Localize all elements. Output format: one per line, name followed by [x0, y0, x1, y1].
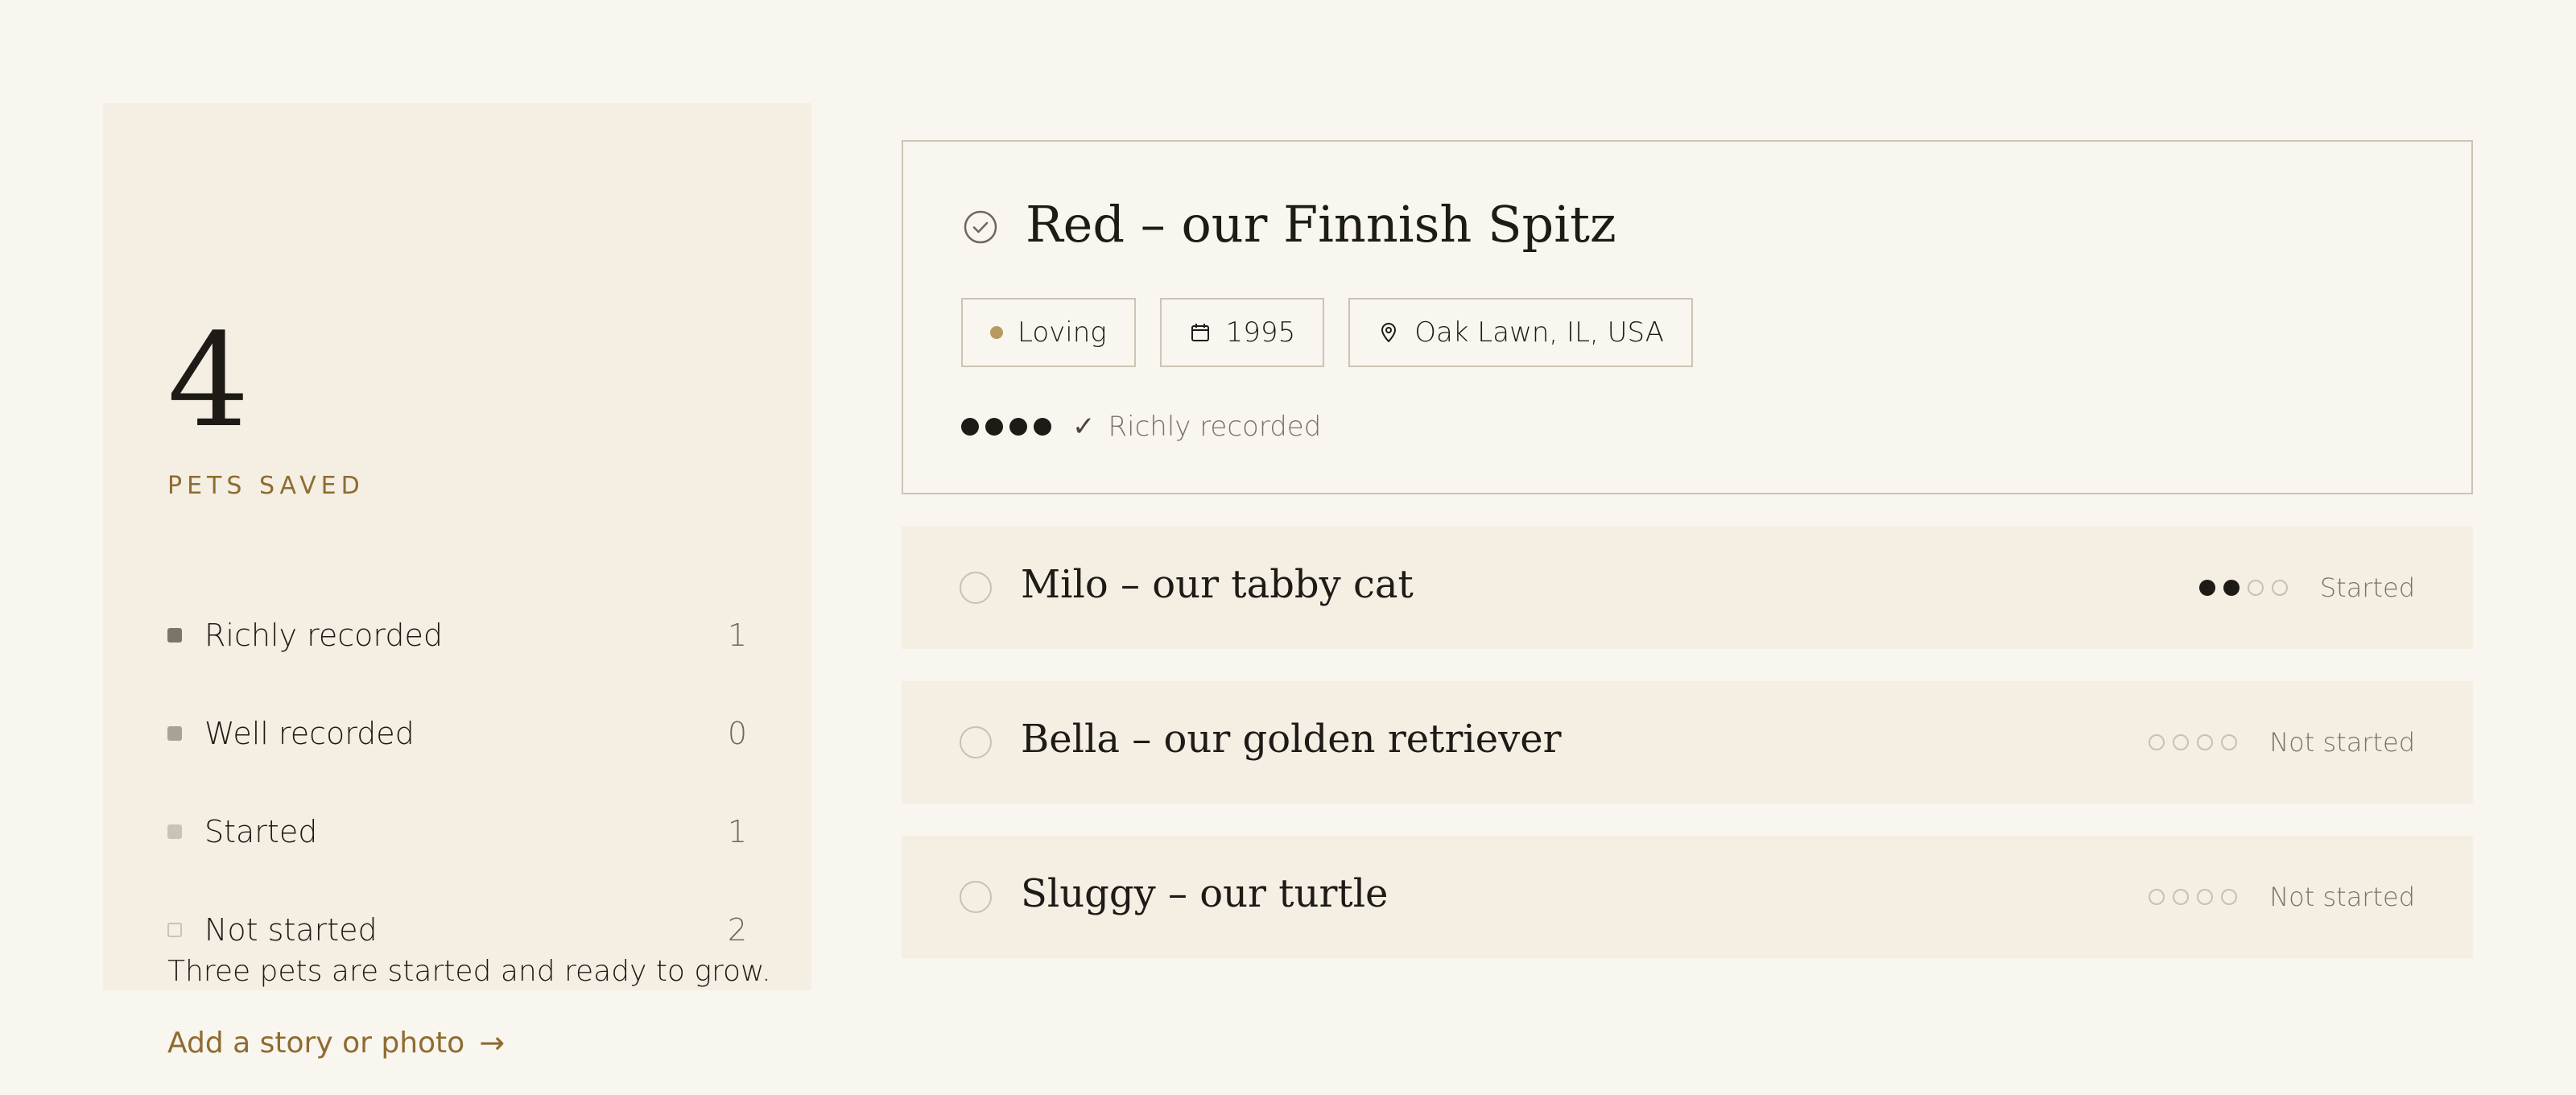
- progress-dot: [1009, 418, 1027, 436]
- legend-label: Richly recorded: [204, 618, 443, 653]
- record-status: Not started: [2269, 727, 2415, 758]
- dot-icon: [990, 326, 1003, 339]
- map-pin-icon: [1381, 323, 1397, 342]
- status-legend: Richly recorded 1 Well recorded 0 Starte…: [167, 586, 747, 979]
- record-progress: Not started: [2149, 681, 2415, 804]
- summary-note: Three pets are started and ready to grow…: [167, 955, 771, 988]
- pet-row-sluggy[interactable]: Sluggy – our turtle Not started: [902, 836, 2473, 958]
- pet-list: Red – our Finnish Spitz Loving 1995 Oak …: [902, 140, 2473, 958]
- legend-count: 2: [727, 912, 747, 948]
- checkmark-icon: ✓: [1072, 411, 1096, 443]
- record-progress: Started: [2198, 527, 2415, 649]
- calendar-icon: [1191, 324, 1209, 341]
- record-status: Started: [2319, 572, 2415, 603]
- chip-label: Loving: [1018, 316, 1107, 349]
- record-progress: ✓ Richly recorded: [961, 411, 1321, 443]
- chip-trait[interactable]: Loving: [961, 298, 1136, 367]
- add-story-link[interactable]: Add a story or photo →: [167, 1025, 505, 1060]
- check-circle-icon: [964, 210, 997, 244]
- pet-card-featured[interactable]: Red – our Finnish Spitz Loving 1995 Oak …: [902, 140, 2473, 494]
- progress-dot: [2221, 734, 2238, 750]
- pets-count: 4: [167, 305, 250, 456]
- progress-dot: [1034, 418, 1051, 436]
- arrow-right-icon: →: [479, 1025, 506, 1060]
- progress-dot: [2149, 734, 2165, 750]
- record-progress: Not started: [2149, 836, 2415, 958]
- chip-label: 1995: [1225, 316, 1296, 349]
- progress-dot: [2197, 889, 2214, 905]
- circle-icon: [960, 726, 992, 758]
- add-story-label: Add a story or photo: [167, 1026, 465, 1060]
- circle-icon: [960, 572, 992, 604]
- progress-dot: [2247, 580, 2264, 596]
- legend-count: 0: [727, 716, 747, 751]
- chip-year[interactable]: 1995: [1159, 298, 1325, 367]
- legend-label: Well recorded: [204, 716, 415, 751]
- pet-name: Red – our Finnish Spitz: [1026, 195, 1616, 254]
- legend-row-started: Started 1: [167, 783, 747, 881]
- not-started-swatch: [167, 923, 182, 937]
- pets-summary-card: 4 PETS SAVED Richly recorded 1 Well reco…: [103, 103, 811, 1060]
- pet-row-milo[interactable]: Milo – our tabby cat Started: [902, 527, 2473, 649]
- progress-dot: [2173, 734, 2190, 750]
- chip-location[interactable]: Oak Lawn, IL, USA: [1348, 298, 1693, 367]
- legend-count: 1: [727, 814, 747, 849]
- progress-dot: [985, 418, 1003, 436]
- legend-label: Started: [204, 814, 318, 849]
- legend-count: 1: [727, 618, 747, 653]
- started-swatch: [167, 824, 182, 839]
- page: 4 PETS SAVED Richly recorded 1 Well reco…: [0, 0, 2576, 1095]
- progress-dot: [2198, 580, 2215, 596]
- record-status: Not started: [2269, 882, 2415, 912]
- progress-dot: [2173, 889, 2190, 905]
- richly-recorded-swatch: [167, 628, 182, 643]
- pet-name: Sluggy – our turtle: [1021, 871, 1389, 916]
- well-recorded-swatch: [167, 726, 182, 741]
- circle-icon: [960, 881, 992, 913]
- progress-dot: [961, 418, 979, 436]
- pets-count-label: PETS SAVED: [167, 472, 365, 500]
- progress-dot: [2149, 889, 2165, 905]
- legend-row-well-recorded: Well recorded 0: [167, 684, 747, 783]
- pet-name: Milo – our tabby cat: [1021, 562, 1414, 607]
- progress-dot: [2221, 889, 2238, 905]
- legend-label: Not started: [204, 912, 378, 948]
- progress-dot: [2197, 734, 2214, 750]
- progress-dot: [2223, 580, 2240, 596]
- legend-row-richly-recorded: Richly recorded 1: [167, 586, 747, 684]
- pet-name: Bella – our golden retriever: [1021, 717, 1562, 762]
- pet-details: Loving 1995 Oak Lawn, IL, USA: [961, 298, 1693, 367]
- record-status: Richly recorded: [1108, 411, 1322, 443]
- pet-row-bella[interactable]: Bella – our golden retriever Not started: [902, 681, 2473, 804]
- progress-dot: [2271, 580, 2288, 596]
- chip-label: Oak Lawn, IL, USA: [1414, 316, 1664, 349]
